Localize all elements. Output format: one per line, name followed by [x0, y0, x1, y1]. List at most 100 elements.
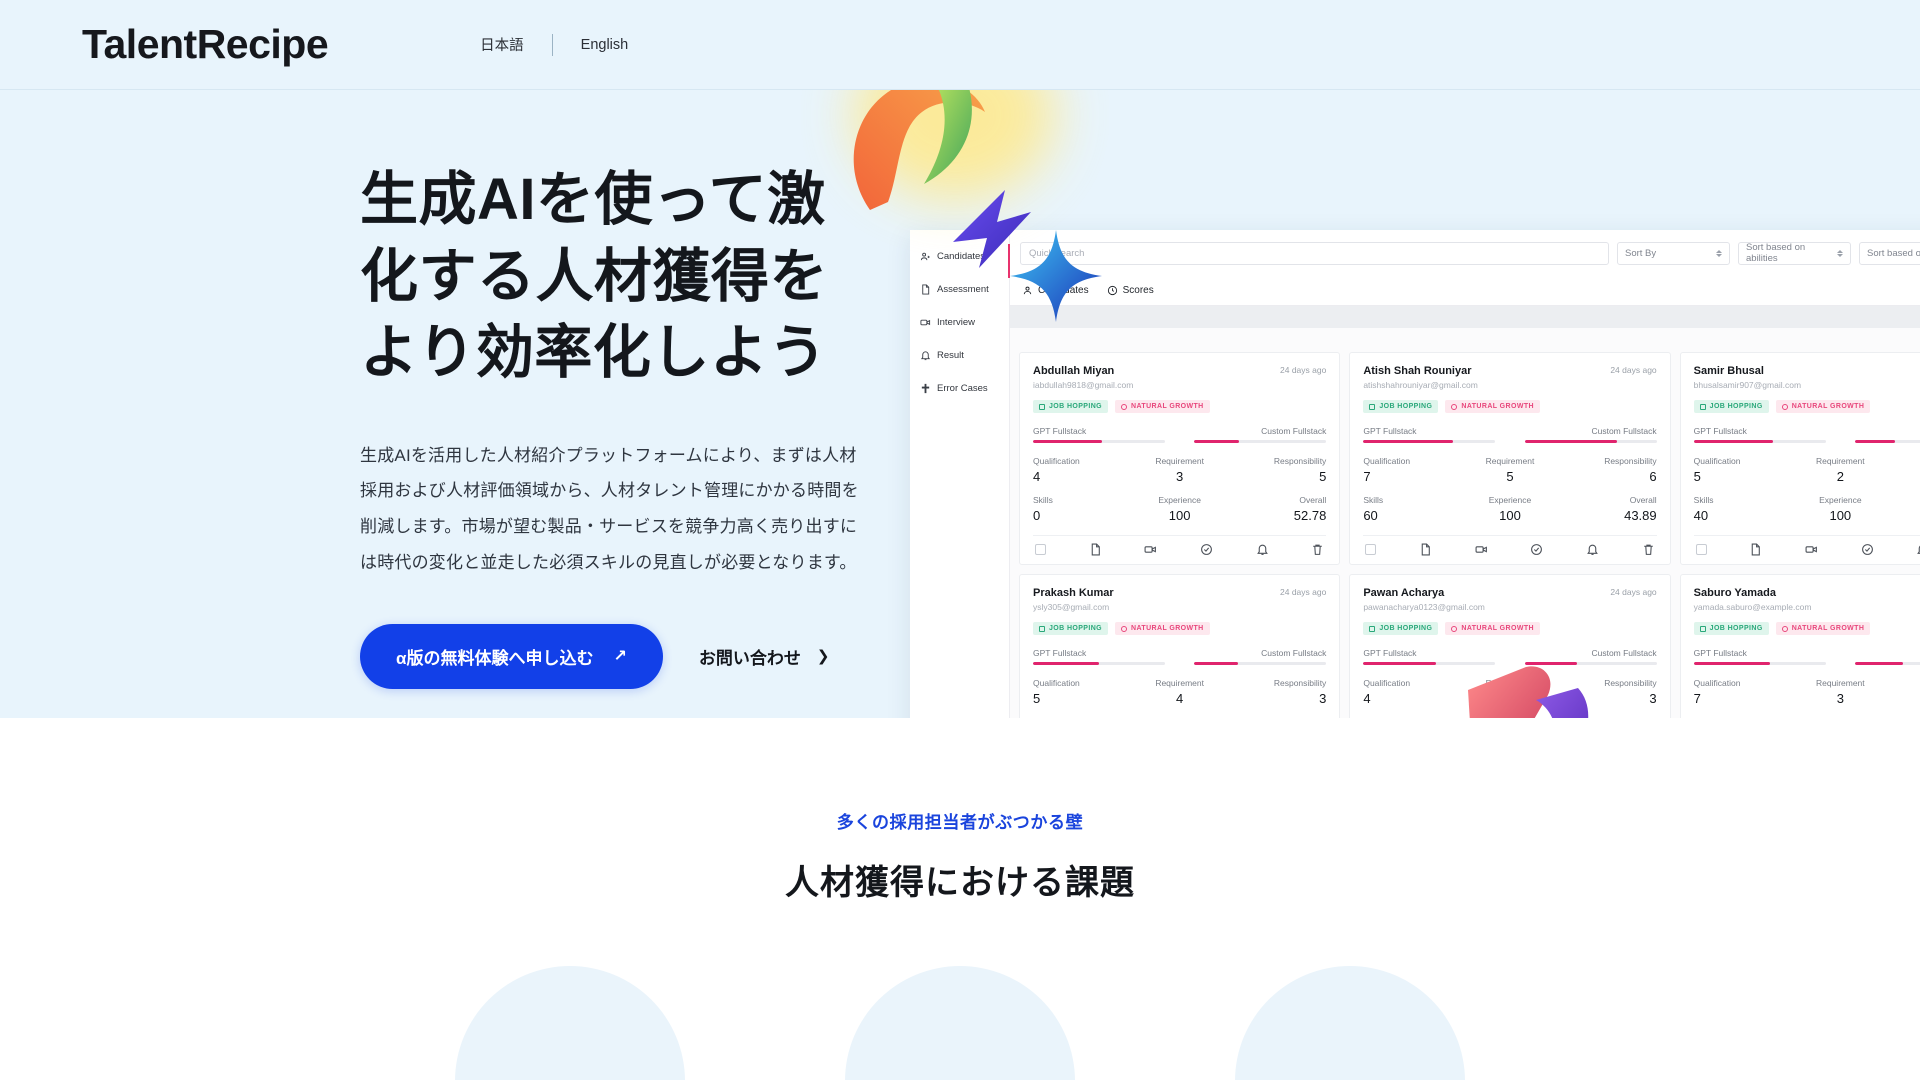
progress-fill [1855, 440, 1895, 443]
tag-natural-growth[interactable]: NATURAL GROWTH [1445, 400, 1540, 413]
document-icon[interactable] [1089, 543, 1102, 556]
candidate-card[interactable]: Prakash Kumar 24 days ago ysly305@gmail.… [1019, 574, 1341, 718]
metric-value: 7 [1693, 691, 1701, 706]
custom-fullstack-bar: Custom Fullstack [1855, 648, 1920, 665]
metric-value: 100 [1829, 508, 1852, 523]
metric-label: Skills [1363, 717, 1461, 718]
sort-by-select[interactable]: Sort By [1617, 241, 1730, 265]
sort-time-select[interactable]: Sort based on time [1859, 241, 1920, 265]
person-icon [1023, 286, 1032, 295]
tag-job-hopping[interactable]: JOB HOPPING [1033, 622, 1109, 635]
video-camera-icon[interactable] [1144, 543, 1157, 556]
gpt-fullstack-bar: GPT Fullstack [1693, 648, 1826, 665]
metric-label: Qualification [1033, 456, 1080, 466]
language-switcher: 日本語 English [452, 33, 657, 56]
candidate-card[interactable]: Samir Bhusal 24 days ago bhusalsamir907@… [1679, 352, 1920, 565]
select-candidate-checkbox[interactable] [1035, 544, 1046, 555]
tab-candidates[interactable]: Candidates [1022, 285, 1089, 296]
candidate-card[interactable]: Atish Shah Rouniyar 24 days ago atishsha… [1349, 352, 1671, 565]
progress-track [1524, 440, 1657, 443]
progress-track [1194, 440, 1327, 443]
trash-icon[interactable] [1642, 543, 1655, 556]
check-circle-icon[interactable] [1861, 543, 1874, 556]
sidebar-item-interview[interactable]: Interview [910, 306, 1009, 339]
candidate-card[interactable]: Abdullah Miyan 24 days ago iabdullah9818… [1019, 352, 1341, 565]
tag-natural-growth[interactable]: NATURAL GROWTH [1115, 622, 1210, 635]
metric-requirement: Requirement 4 [1131, 678, 1229, 706]
metric-qualification: Qualification 7 [1363, 456, 1461, 484]
sort-abilities-select[interactable]: Sort based on abilities [1738, 241, 1851, 265]
trash-icon[interactable] [1311, 543, 1324, 556]
sidebar-item-candidates[interactable]: Candidates [910, 240, 1010, 278]
candidates-grid: Abdullah Miyan 24 days ago iabdullah9818… [1010, 352, 1920, 718]
sidebar-item-assessment[interactable]: Assessment [910, 273, 1009, 306]
metric-value: 5 [1693, 469, 1701, 484]
card-header: Prakash Kumar 24 days ago [1033, 587, 1326, 599]
tag-job-hopping-label: JOB HOPPING [1379, 625, 1433, 632]
tag-natural-growth-label: NATURAL GROWTH [1461, 403, 1534, 410]
tab-scores[interactable]: Scores [1107, 285, 1154, 296]
metric-overall: Overall 52.78 [1229, 495, 1327, 523]
metric-responsibility: Responsibility 6 [1559, 456, 1656, 484]
lang-japanese[interactable]: 日本語 [452, 34, 552, 55]
app-select-all-row [1010, 328, 1920, 352]
lang-english[interactable]: English [553, 37, 657, 53]
candidate-name: Saburo Yamada [1693, 587, 1776, 599]
section-eyebrow: 多くの採用担当者がぶつかる壁 [836, 813, 1084, 832]
check-circle-icon[interactable] [1530, 543, 1543, 556]
tag-natural-growth[interactable]: NATURAL GROWTH [1115, 400, 1210, 413]
bell-icon[interactable] [1256, 543, 1269, 556]
sidebar-item-result[interactable]: Result [910, 339, 1009, 372]
candidate-email: pawanacharya0123@gmail.com [1363, 602, 1485, 612]
metric-requirement: Requirement 2 [1791, 456, 1889, 484]
metric-value: 3 [1889, 469, 1920, 484]
tag-natural-growth-label: NATURAL GROWTH [1131, 403, 1204, 410]
card-header: Saburo Yamada 24 days ago [1694, 587, 1920, 599]
document-icon[interactable] [1419, 543, 1432, 556]
card-actions [1363, 535, 1657, 558]
metric-label: Requirement [1485, 456, 1535, 466]
section-title: 人材獲得における課題 [785, 864, 1135, 902]
bell-icon[interactable] [1586, 543, 1599, 556]
select-candidate-checkbox[interactable] [1365, 544, 1377, 555]
candidate-name: Atish Shah Rouniyar [1363, 365, 1472, 377]
candidate-tags: JOB HOPPING NATURAL GROWTH [1693, 400, 1920, 413]
tag-natural-growth[interactable]: NATURAL GROWTH [1445, 622, 1540, 635]
metric-value: 6 [1889, 508, 1920, 523]
search-input[interactable]: Quick search [1020, 241, 1609, 265]
document-icon[interactable] [1749, 543, 1762, 556]
tag-job-hopping[interactable]: JOB HOPPING [1363, 400, 1439, 413]
metric-value: 3 [1649, 691, 1657, 706]
metric-label: Overall [1559, 717, 1657, 718]
candidate-card[interactable]: Pawan Acharya 24 days ago pawanacharya01… [1349, 574, 1671, 718]
checkbox-icon [1039, 625, 1045, 632]
candidate-card[interactable]: Saburo Yamada 24 days ago yamada.saburo@… [1679, 574, 1920, 718]
sidebar-item-error-cases[interactable]: Error Cases [910, 372, 1009, 405]
bell-icon[interactable] [1916, 543, 1920, 556]
brand-logo[interactable]: TalentRecipe [82, 21, 329, 68]
gpt-fullstack-bar: GPT Fullstack [1033, 426, 1165, 443]
metric-value: 100 [1168, 508, 1191, 523]
metric-label: Experience [1131, 717, 1229, 718]
metric-label: Responsibility [1604, 678, 1657, 688]
video-camera-icon[interactable] [1475, 543, 1488, 556]
metric-responsibility: Responsibility 5 [1229, 456, 1326, 484]
tag-natural-growth[interactable]: NATURAL GROWTH [1775, 400, 1871, 413]
tag-job-hopping[interactable]: JOB HOPPING [1693, 400, 1769, 413]
checkbox-icon [1039, 403, 1045, 410]
select-candidate-checkbox[interactable] [1695, 544, 1707, 555]
metric-label: Responsibility [1889, 456, 1920, 466]
contact-link[interactable]: お問い合わせ ❯ [699, 644, 830, 669]
check-circle-icon[interactable] [1200, 543, 1213, 556]
checkbox-icon [1699, 625, 1706, 632]
tag-job-hopping[interactable]: JOB HOPPING [1363, 622, 1439, 635]
metric-skills: Skills [1694, 717, 1792, 718]
signup-free-trial-button[interactable]: α版の無料体験へ申し込む ↗ [360, 624, 663, 690]
tag-job-hopping[interactable]: JOB HOPPING [1693, 622, 1769, 635]
tag-natural-growth[interactable]: NATURAL GROWTH [1775, 622, 1871, 635]
metric-value: 4 [1033, 469, 1041, 484]
progress-fill [1033, 662, 1099, 665]
metric-skills: Skills 0 [1033, 495, 1131, 523]
tag-job-hopping[interactable]: JOB HOPPING [1033, 400, 1109, 413]
video-camera-icon[interactable] [1805, 543, 1818, 556]
